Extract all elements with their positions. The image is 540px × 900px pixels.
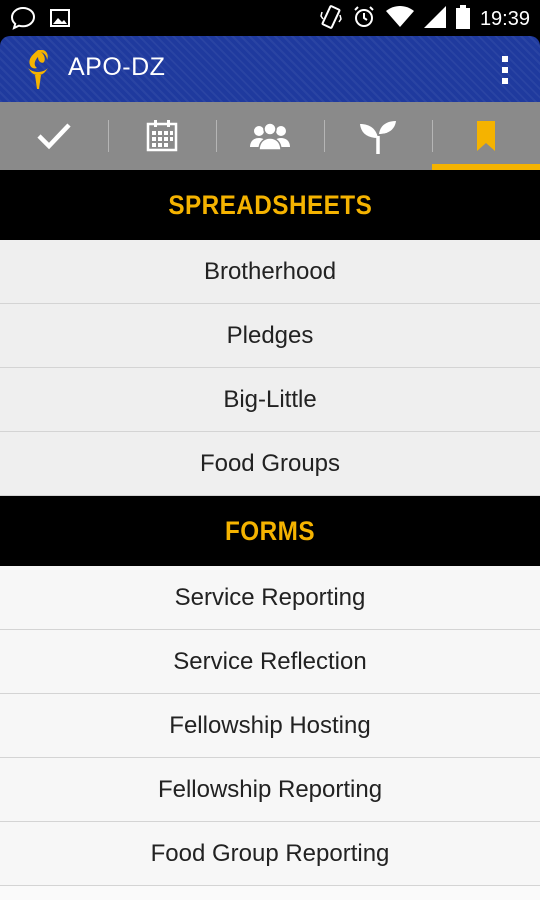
- battery-icon: [455, 5, 470, 33]
- people-icon: [249, 121, 291, 151]
- vibrate-icon: [320, 4, 342, 34]
- clock-time: 19:39: [479, 8, 530, 30]
- section-header-forms: FORMS: [0, 496, 540, 566]
- tab-bookmarks[interactable]: [432, 102, 540, 170]
- list-item-fellowship-hosting[interactable]: Fellowship Hosting: [0, 694, 540, 758]
- list-item-fellowship-reporting[interactable]: Fellowship Reporting: [0, 758, 540, 822]
- list-item-brotherhood[interactable]: Brotherhood: [0, 240, 540, 304]
- list-item-service-reflection[interactable]: Service Reflection: [0, 630, 540, 694]
- wifi-icon: [385, 6, 414, 32]
- bookmark-icon: [477, 121, 495, 151]
- content-list: SPREADSHEETS Brotherhood Pledges Big-Lit…: [0, 170, 540, 900]
- list-item-food-group-reporting[interactable]: Food Group Reporting: [0, 822, 540, 886]
- tab-growth[interactable]: [324, 102, 432, 170]
- list-item-service-reporting[interactable]: Service Reporting: [0, 566, 540, 630]
- alarm-icon: [352, 5, 376, 33]
- tab-members[interactable]: [216, 102, 324, 170]
- image-icon: [50, 9, 70, 31]
- list-item-pledges[interactable]: Pledges: [0, 304, 540, 368]
- tab-tasks[interactable]: [0, 102, 108, 170]
- app-bar: APO-DZ: [0, 36, 540, 102]
- torch-logo-icon: [22, 48, 54, 90]
- calendar-icon: [146, 120, 178, 152]
- list-item-food-groups[interactable]: Food Groups: [0, 432, 540, 496]
- tab-calendar[interactable]: [108, 102, 216, 170]
- overflow-menu-icon[interactable]: [498, 54, 512, 86]
- status-bar: 19:39: [0, 0, 540, 36]
- tab-bar: [0, 102, 540, 170]
- chat-bubble-icon: [10, 6, 36, 34]
- section-header-spreadsheets: SPREADSHEETS: [0, 170, 540, 240]
- signal-icon: [423, 6, 446, 32]
- app-title: APO-DZ: [68, 53, 166, 81]
- sprout-icon: [359, 118, 397, 154]
- list-item-big-little[interactable]: Big-Little: [0, 368, 540, 432]
- checkmark-icon: [36, 122, 72, 150]
